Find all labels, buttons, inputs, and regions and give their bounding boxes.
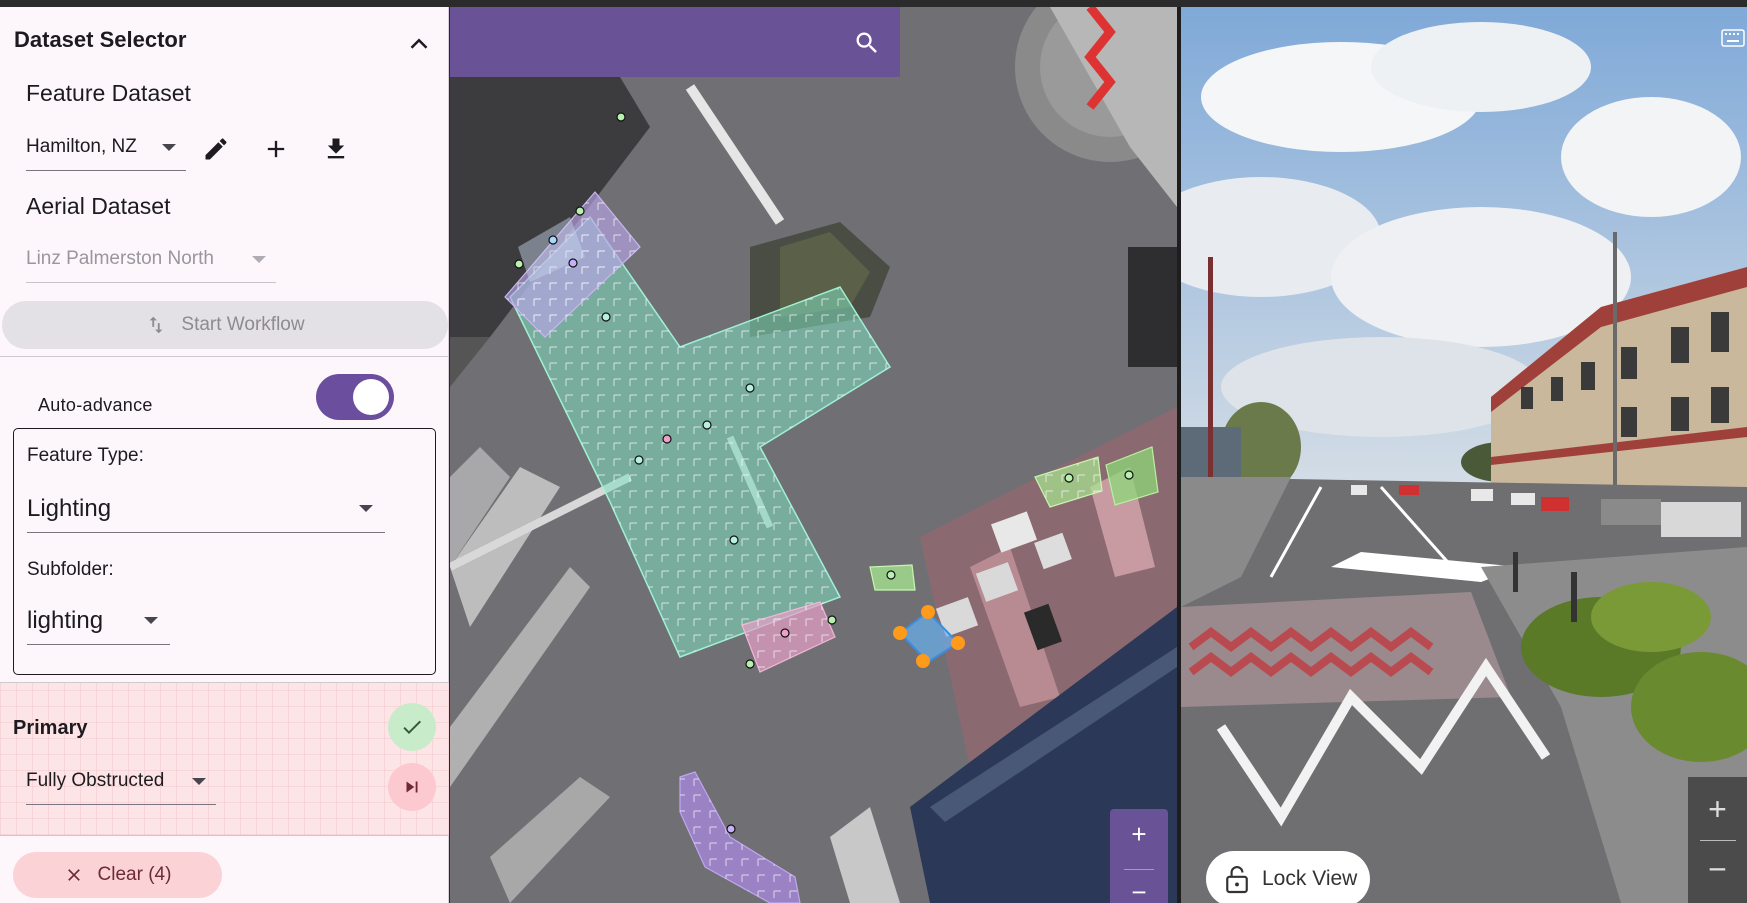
start-workflow-label: Start Workflow: [181, 314, 305, 335]
dataset-selector-title: Dataset Selector: [14, 27, 187, 52]
feature-dataset-label: Feature Dataset: [26, 80, 191, 106]
download-icon: [327, 138, 345, 159]
clear-label: Clear (4): [97, 864, 172, 885]
primary-label: Primary: [13, 717, 88, 739]
search-icon[interactable]: [853, 29, 881, 57]
lock-icon: [1226, 866, 1248, 894]
left-panel: Dataset Selector Feature Dataset Hamilto…: [0, 7, 449, 903]
auto-advance-label: Auto-advance: [38, 395, 153, 415]
aerial-map[interactable]: + −: [450, 7, 1177, 903]
lock-view-label: Lock View: [1262, 867, 1358, 890]
street-zoom-in-button[interactable]: +: [1688, 791, 1747, 828]
obstruction-dropdown[interactable]: Fully Obstructed: [26, 765, 216, 805]
aerial-dataset-value: Linz Palmerston North: [26, 248, 214, 269]
dropdown-caret-icon: [359, 505, 373, 512]
divider: [1700, 840, 1736, 841]
street-zoom-out-button[interactable]: −: [1688, 851, 1747, 888]
feature-dataset-dropdown[interactable]: Hamilton, NZ: [26, 131, 186, 171]
feature-type-box: Feature Type: Lighting Subfolder: lighti…: [13, 428, 436, 675]
divider: [0, 356, 449, 357]
subfolder-value: lighting: [27, 607, 104, 634]
dropdown-caret-icon: [144, 617, 158, 624]
add-dataset-button[interactable]: [258, 131, 294, 167]
download-dataset-button[interactable]: [318, 131, 354, 167]
aerial-imagery: [450, 7, 1177, 903]
lock-view-button[interactable]: Lock View: [1206, 851, 1370, 903]
close-icon: [67, 869, 80, 881]
subfolder-dropdown[interactable]: lighting: [27, 599, 170, 645]
map-zoom-control: + −: [1110, 809, 1168, 903]
pencil-icon: [205, 138, 227, 160]
confirm-button[interactable]: [388, 703, 436, 751]
dropdown-caret-icon: [252, 256, 266, 263]
keyboard-icon[interactable]: [1721, 29, 1745, 47]
edit-dataset-button[interactable]: [198, 131, 234, 167]
map-zoom-out-button[interactable]: −: [1110, 877, 1168, 903]
divider: [0, 835, 449, 836]
primary-section: Primary Fully Obstructed: [0, 683, 449, 835]
feature-type-label: Feature Type:: [27, 445, 144, 466]
window-top-strip: [0, 0, 1747, 7]
feature-dataset-value: Hamilton, NZ: [26, 136, 137, 157]
feature-type-value: Lighting: [27, 495, 112, 522]
skip-next-icon: [406, 781, 418, 793]
skip-next-button[interactable]: [388, 763, 436, 811]
street-view[interactable]: Lock View + −: [1181, 7, 1747, 903]
subfolder-label: Subfolder:: [27, 559, 114, 580]
street-view-imagery: [1181, 7, 1747, 903]
obstruction-value: Fully Obstructed: [26, 770, 165, 791]
dropdown-caret-icon: [162, 144, 176, 151]
chevron-up-icon[interactable]: [404, 29, 434, 59]
dropdown-caret-icon: [192, 778, 206, 785]
map-zoom-in-button[interactable]: +: [1110, 819, 1168, 850]
feature-type-dropdown[interactable]: Lighting: [27, 487, 385, 533]
check-icon: [403, 720, 421, 734]
start-workflow-button[interactable]: Start Workflow: [2, 301, 448, 349]
swap-vertical-icon: [149, 316, 163, 334]
street-view-zoom-control: + −: [1688, 777, 1747, 903]
divider: [1124, 869, 1154, 870]
auto-advance-toggle[interactable]: [316, 374, 394, 420]
map-search-bar: [450, 7, 900, 77]
toggle-knob: [353, 379, 389, 415]
aerial-dataset-label: Aerial Dataset: [26, 193, 171, 219]
aerial-dataset-dropdown[interactable]: Linz Palmerston North: [26, 243, 276, 283]
plus-icon: [267, 140, 285, 158]
clear-button[interactable]: Clear (4): [13, 852, 222, 898]
